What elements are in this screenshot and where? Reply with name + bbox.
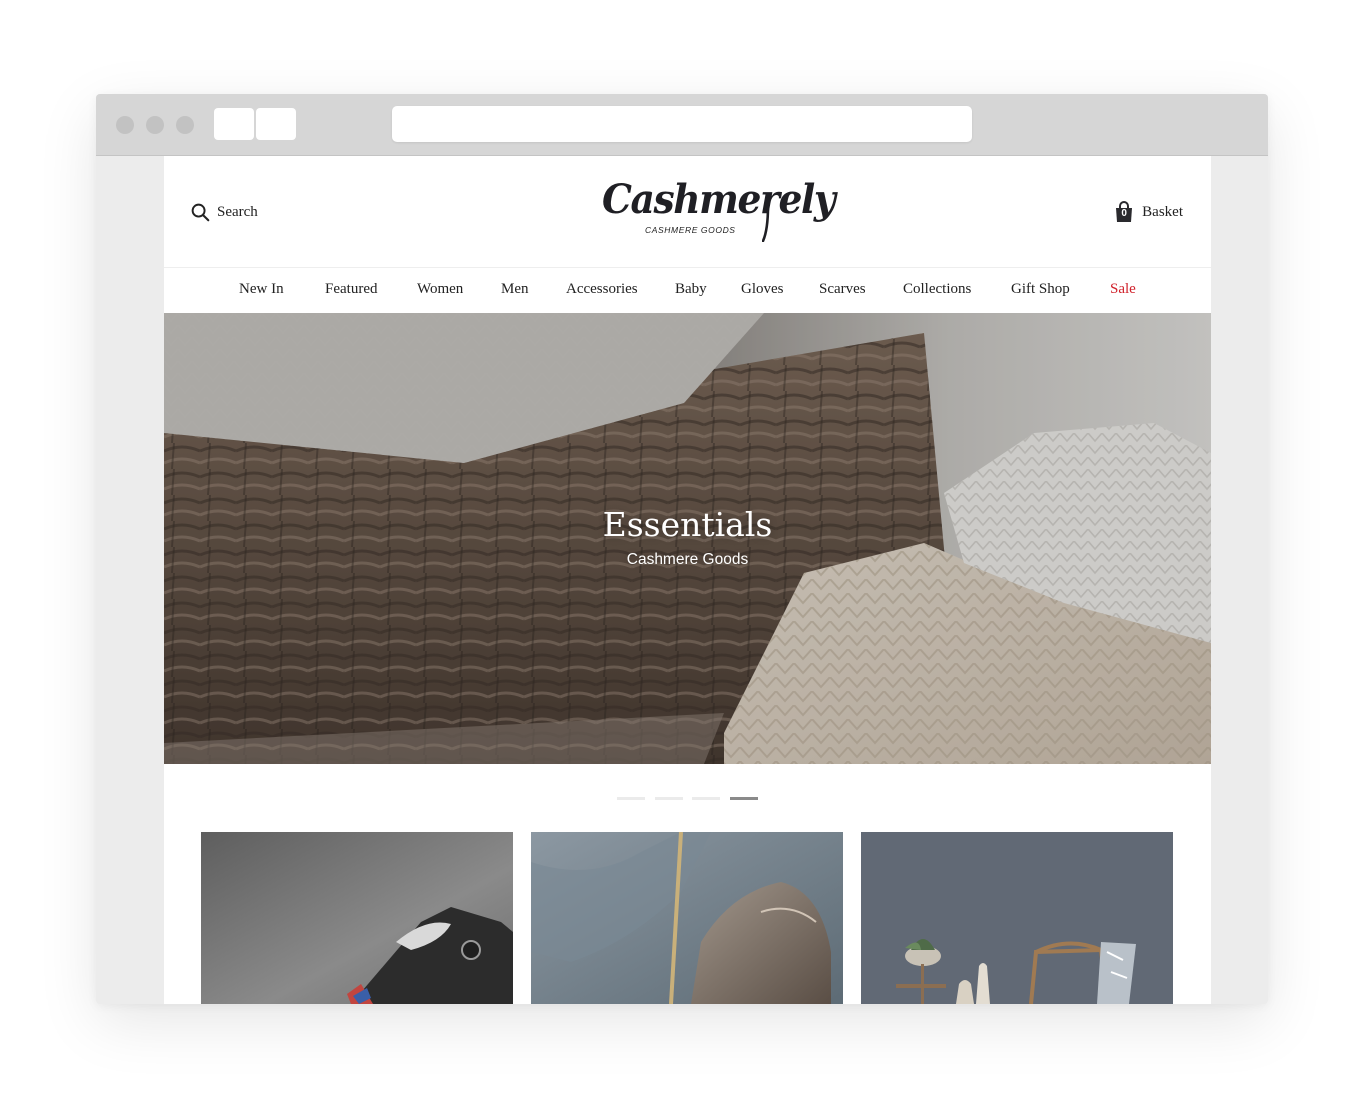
logo-tagline: CASHMERE GOODS — [645, 225, 736, 235]
nav-item-sale[interactable]: Sale — [1110, 281, 1136, 298]
main-navigation: New In Featured Women Men Accessories Ba… — [164, 268, 1211, 313]
close-window-button[interactable] — [116, 116, 134, 134]
category-tile-collections[interactable] — [861, 832, 1173, 1004]
basket-icon: 0 — [1115, 201, 1133, 223]
back-button[interactable] — [214, 108, 254, 140]
nav-item-scarves[interactable]: Scarves — [819, 281, 866, 298]
basket-button[interactable]: 0 Basket — [1115, 201, 1183, 223]
tile-image-interior-chair — [861, 832, 1173, 1004]
hero-subtitle: Cashmere Goods — [626, 551, 749, 568]
address-bar[interactable] — [392, 106, 972, 142]
nav-item-gloves[interactable]: Gloves — [741, 281, 784, 298]
nav-item-baby[interactable]: Baby — [675, 281, 707, 298]
hero-banner[interactable]: Essentials Cashmere Goods — [164, 313, 1211, 764]
slider-dot-2[interactable] — [655, 797, 683, 800]
category-tile-gloves[interactable] — [531, 832, 843, 1004]
nav-item-women[interactable]: Women — [417, 281, 463, 298]
nav-item-men[interactable]: Men — [501, 281, 529, 298]
hero-title: Essentials — [602, 505, 773, 544]
search-label: Search — [217, 204, 258, 220]
minimize-window-button[interactable] — [146, 116, 164, 134]
slider-dot-4[interactable] — [730, 797, 758, 800]
nav-item-new-in[interactable]: New In — [239, 281, 284, 298]
nav-item-accessories[interactable]: Accessories — [566, 281, 638, 298]
maximize-window-button[interactable] — [176, 116, 194, 134]
site-logo[interactable]: Cashmerely CASHMERE GOODS — [602, 176, 836, 244]
slider-dot-3[interactable] — [692, 797, 720, 800]
basket-count-badge: 0 — [1121, 208, 1127, 219]
forward-button[interactable] — [256, 108, 296, 140]
search-button[interactable]: Search — [191, 203, 258, 222]
site-header: Search Cashmerely CASHMERE GOODS 0 Baske… — [164, 156, 1211, 268]
basket-label: Basket — [1142, 203, 1183, 220]
tile-image-leather-gloves — [531, 832, 843, 1004]
slider-dot-1[interactable] — [617, 797, 645, 800]
nav-item-collections[interactable]: Collections — [903, 281, 971, 298]
web-page: Search Cashmerely CASHMERE GOODS 0 Baske… — [164, 156, 1211, 1004]
search-icon — [191, 203, 210, 222]
nav-item-featured[interactable]: Featured — [325, 281, 377, 298]
logo-wordmark: Cashmerely — [602, 176, 836, 223]
browser-titlebar — [96, 94, 1268, 156]
tile-image-man-with-watch — [201, 832, 513, 1004]
category-tile-men[interactable] — [201, 832, 513, 1004]
browser-window: Search Cashmerely CASHMERE GOODS 0 Baske… — [96, 94, 1268, 1004]
nav-item-gift-shop[interactable]: Gift Shop — [1011, 281, 1070, 298]
logo-flourish-icon — [762, 206, 770, 242]
